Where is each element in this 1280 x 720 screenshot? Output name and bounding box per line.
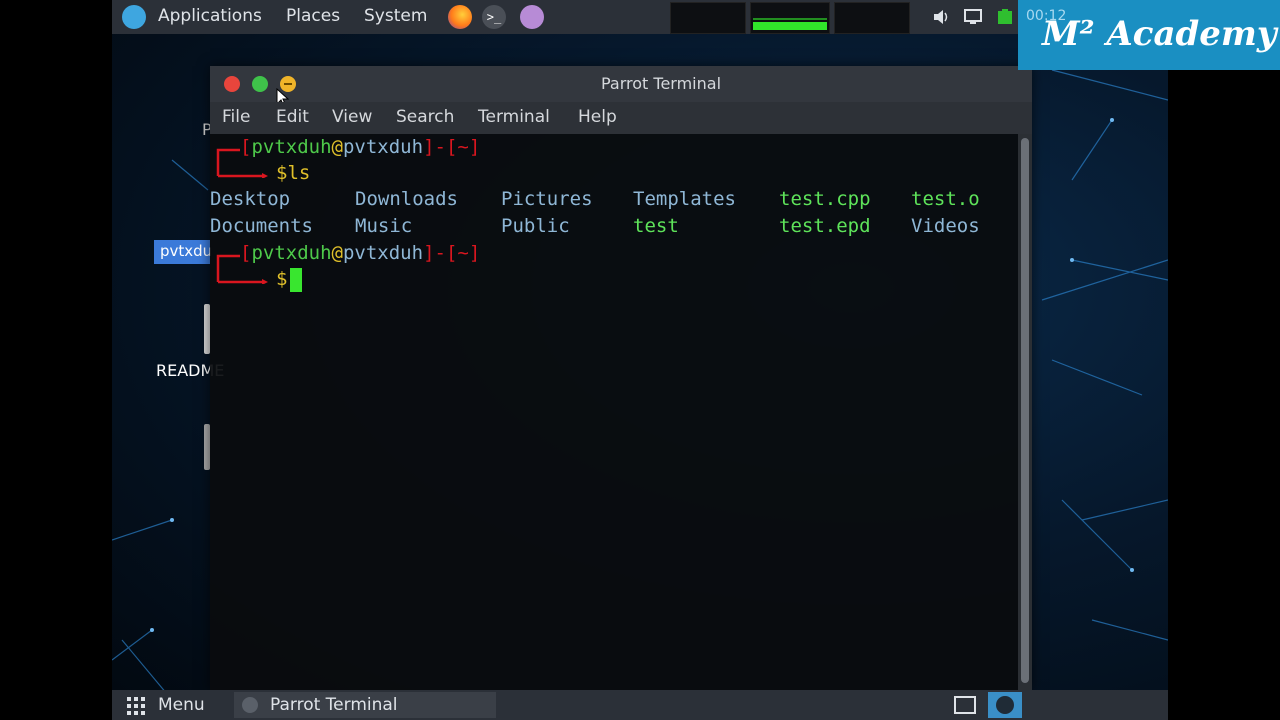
ls-item: Desktop [210,188,291,210]
terminal-titlebar[interactable]: Parrot Terminal [210,66,1032,108]
apps-grid-icon[interactable] [126,696,146,716]
desktop-screen: Applications Places System >_ P pvtxdu R… [112,0,1168,720]
menu-file[interactable]: File [222,107,250,127]
menu-search[interactable]: Search [396,107,454,127]
desktop-icon-home-selected[interactable]: pvtxdu [154,240,213,264]
firefox-icon[interactable] [448,5,472,29]
display-icon[interactable] [964,8,982,26]
menu-help[interactable]: Help [578,107,617,127]
prompt-at: @ [331,242,343,264]
menu-view[interactable]: View [332,107,372,127]
cpu-monitor [670,2,746,34]
watermark-logo: M² Academy [1042,14,1277,54]
scrollbar-thumb[interactable] [1021,138,1029,683]
text-editor-icon[interactable] [520,5,544,29]
ls-item: test.epd [779,215,871,237]
battery-icon[interactable] [996,8,1014,26]
bottom-panel: Menu Parrot Terminal [112,690,1168,720]
top-panel: Applications Places System >_ [112,0,1168,34]
dollar-sign: $ [276,162,288,184]
ls-item: Pictures [501,188,593,210]
volume-icon[interactable] [932,8,950,26]
window-title: Parrot Terminal [600,74,722,93]
terminal-output[interactable]: [pvtxduh@pvtxduh]-[~] $ls Desktop Downlo… [210,134,1018,690]
workspace-icon[interactable] [954,696,976,714]
terminal-tray-icon[interactable] [988,692,1022,718]
menu-button[interactable]: Menu [158,695,205,715]
menu-edit[interactable]: Edit [276,107,309,127]
ls-item: Music [355,215,413,237]
ls-item: Videos [911,215,980,237]
ls-item: Downloads [355,188,458,210]
command-line-2[interactable]: $ [276,268,287,290]
network-monitor [834,2,910,34]
terminal-scrollbar[interactable] [1018,134,1032,690]
command-line-1: $ls [276,162,310,184]
taskbar-item-terminal[interactable]: Parrot Terminal [234,692,496,718]
parrot-logo-icon[interactable] [122,5,146,29]
prompt-at: @ [331,136,343,158]
menu-terminal[interactable]: Terminal [478,107,550,127]
terminal-launcher-icon[interactable]: >_ [482,5,506,29]
terminal-window[interactable]: Parrot Terminal File Edit View Search Te… [210,66,1032,690]
prompt-host: pvtxduh [342,242,424,264]
command-text: ls [287,162,311,184]
memory-monitor [750,2,830,34]
terminal-menubar: File Edit View Search Terminal Help [210,102,1032,134]
home-folder-label: pvtxdu [160,242,213,260]
prompt-line-2: [pvtxduh@pvtxduh]-[~] [240,242,481,264]
places-menu[interactable]: Places [286,6,340,26]
taskbar-item-label: Parrot Terminal [270,695,398,715]
ls-item: test.cpp [779,188,871,210]
ls-item: test [633,215,679,237]
prompt-host: pvtxduh [342,136,424,158]
prompt-dir: ~ [457,136,469,158]
prompt-user: pvtxduh [251,242,332,264]
text-cursor [290,268,302,292]
ls-item: Public [501,215,570,237]
applications-menu[interactable]: Applications [158,6,262,26]
academy-watermark: 00:12 M² Academy [1018,0,1280,70]
prompt-line-1: [pvtxduh@pvtxduh]-[~] [240,136,481,158]
ls-item: Documents [210,215,313,237]
prompt-dir: ~ [457,242,469,264]
prompt-user: pvtxduh [251,136,332,158]
ls-item: test.o [911,188,980,210]
terminal-task-icon [242,697,258,713]
ls-item: Templates [633,188,736,210]
system-menu[interactable]: System [364,6,427,26]
dollar-sign: $ [276,268,288,290]
